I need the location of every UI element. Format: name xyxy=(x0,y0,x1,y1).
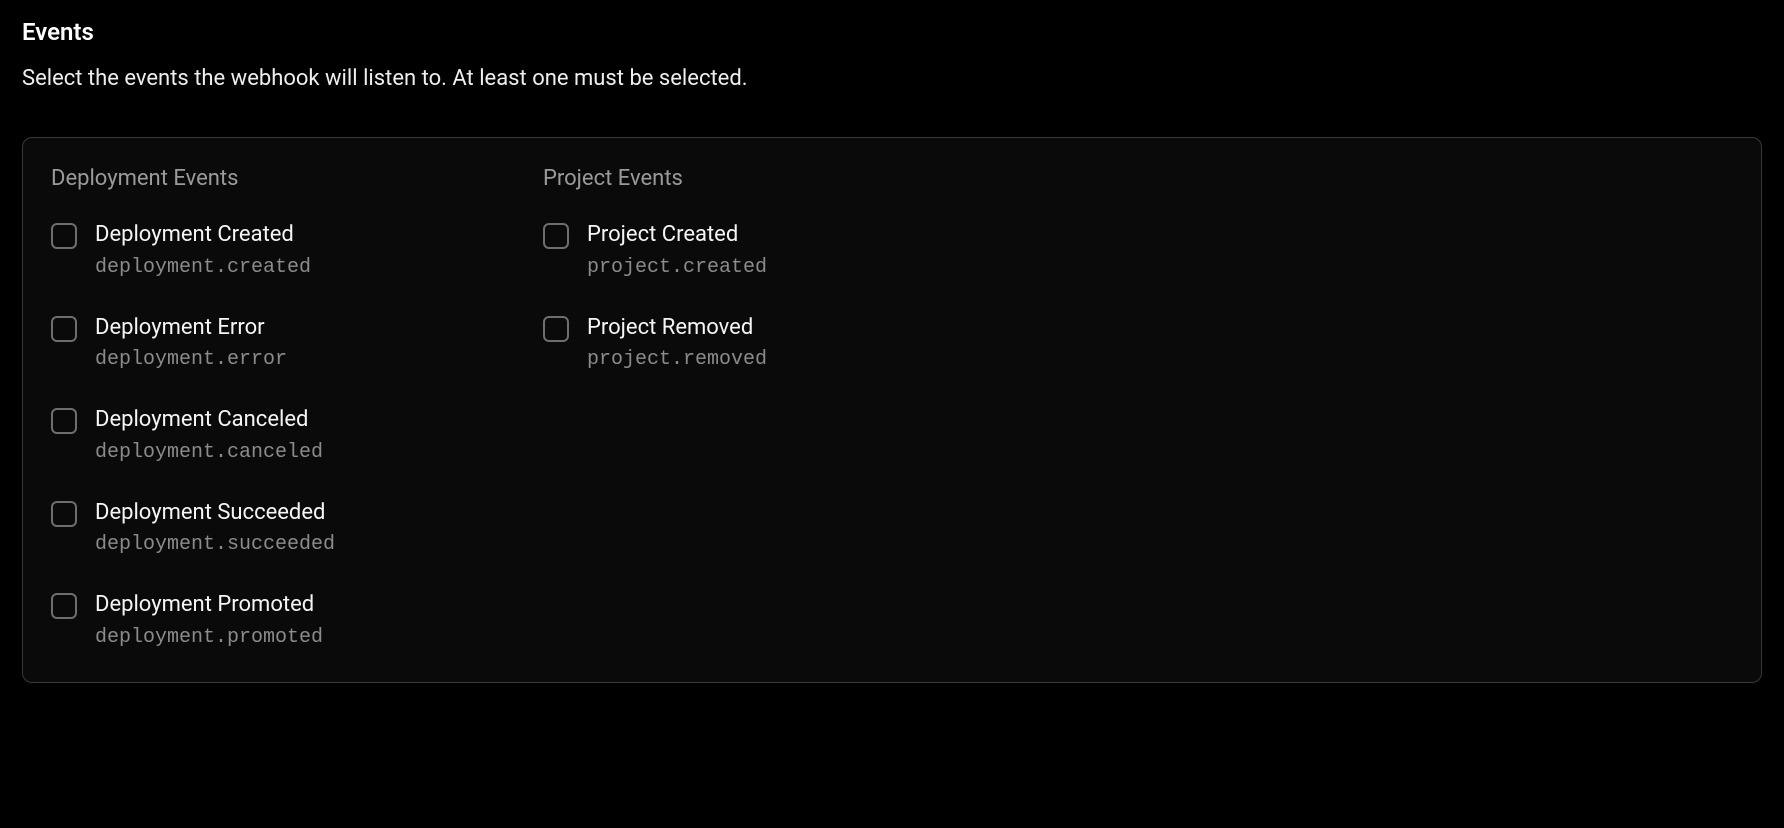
event-label: Deployment Error xyxy=(95,314,287,343)
event-text: Project Created project.created xyxy=(587,221,767,280)
section-subtitle: Select the events the webhook will liste… xyxy=(22,66,1762,91)
event-label: Project Removed xyxy=(587,314,767,343)
event-text: Deployment Succeeded deployment.succeeded xyxy=(95,499,335,558)
event-label: Deployment Canceled xyxy=(95,406,323,435)
event-group-project: Project Events Project Created project.cre… xyxy=(543,166,1733,650)
event-text: Project Removed project.removed xyxy=(587,314,767,373)
group-heading: Project Events xyxy=(543,166,1733,191)
event-item[interactable]: Deployment Succeeded deployment.succeeded xyxy=(51,499,543,558)
event-label: Deployment Promoted xyxy=(95,591,323,620)
event-slug: deployment.canceled xyxy=(95,441,323,465)
event-text: Deployment Promoted deployment.promoted xyxy=(95,591,323,650)
checkbox[interactable] xyxy=(51,593,77,619)
event-label: Project Created xyxy=(587,221,767,250)
event-label: Deployment Succeeded xyxy=(95,499,335,528)
event-slug: project.removed xyxy=(587,348,767,372)
event-item[interactable]: Deployment Promoted deployment.promoted xyxy=(51,591,543,650)
event-slug: project.created xyxy=(587,256,767,280)
checkbox[interactable] xyxy=(51,408,77,434)
section-title: Events xyxy=(22,18,1762,46)
checkbox[interactable] xyxy=(543,223,569,249)
event-item[interactable]: Deployment Canceled deployment.canceled xyxy=(51,406,543,465)
event-text: Deployment Created deployment.created xyxy=(95,221,311,280)
event-label: Deployment Created xyxy=(95,221,311,250)
event-item[interactable]: Deployment Error deployment.error xyxy=(51,314,543,373)
event-slug: deployment.promoted xyxy=(95,626,323,650)
checkbox[interactable] xyxy=(51,501,77,527)
event-text: Deployment Error deployment.error xyxy=(95,314,287,373)
event-text: Deployment Canceled deployment.canceled xyxy=(95,406,323,465)
event-item[interactable]: Deployment Created deployment.created xyxy=(51,221,543,280)
event-slug: deployment.created xyxy=(95,256,311,280)
event-item[interactable]: Project Removed project.removed xyxy=(543,314,1733,373)
event-slug: deployment.succeeded xyxy=(95,533,335,557)
checkbox[interactable] xyxy=(51,223,77,249)
event-item[interactable]: Project Created project.created xyxy=(543,221,1733,280)
event-slug: deployment.error xyxy=(95,348,287,372)
checkbox[interactable] xyxy=(543,316,569,342)
group-heading: Deployment Events xyxy=(51,166,543,191)
checkbox[interactable] xyxy=(51,316,77,342)
event-group-deployment: Deployment Events Deployment Created deplo… xyxy=(51,166,543,650)
events-panel: Deployment Events Deployment Created deplo… xyxy=(22,137,1762,683)
